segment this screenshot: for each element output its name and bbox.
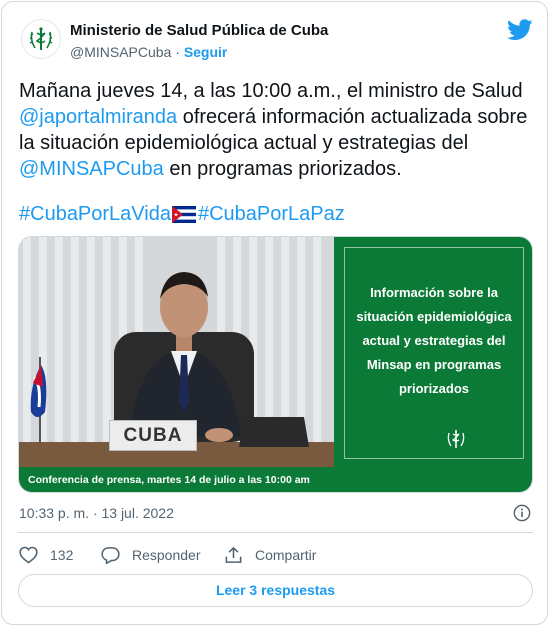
tweet-line-4: @MINSAPCuba en programas priorizados. (19, 156, 534, 182)
speech-bubble-icon (101, 547, 120, 564)
mention-link[interactable]: @japortalmiranda (19, 106, 177, 128)
tweet-line-4-text: en programas priorizados. (163, 158, 402, 180)
author-handle[interactable]: @MINSAPCuba (70, 44, 171, 60)
author-name[interactable]: Ministerio de Salud Pública de Cuba (70, 22, 328, 39)
tweet-line-2: @japortalmiranda ofrecerá información ac… (19, 104, 534, 130)
mention-link[interactable]: @MINSAPCuba (19, 158, 164, 180)
author-handle-row: @MINSAPCuba · Seguir (70, 44, 227, 60)
nameplate: CUBA (109, 420, 197, 451)
info-panel: Información sobre la situación epidemiol… (334, 237, 532, 492)
read-replies-button[interactable]: Leer 3 respuestas (18, 574, 533, 607)
twitter-bird-icon[interactable] (507, 19, 533, 41)
tweet-line-1: Mañana jueves 14, a las 10:00 a.m., el m… (19, 80, 523, 102)
tweet-line-3: la situación epidemiológica actual y est… (19, 132, 469, 154)
share-icon (225, 546, 242, 563)
tweet-timestamp[interactable]: 10:33 p. m. · 13 jul. 2022 (19, 505, 174, 521)
handle-separator: · (175, 44, 180, 60)
follow-button[interactable]: Seguir (184, 44, 228, 60)
press-conference-banner: Conferencia de prensa, martes 14 de juli… (19, 467, 334, 492)
reply-label: Responder (132, 547, 201, 563)
hashtag-link[interactable]: #CubaPorLaVida (19, 203, 171, 225)
share-button[interactable]: Compartir (224, 544, 316, 566)
divider (18, 532, 533, 533)
minsap-logo-icon (29, 27, 53, 50)
panel-text: Información sobre la situación epidemiol… (356, 285, 512, 396)
hashtags-row: #CubaPorLaVida #CubaPorLaPaz (19, 201, 345, 227)
minsap-seal-icon (447, 430, 465, 448)
tweet-card: Ministerio de Salud Pública de Cuba @MIN… (1, 1, 548, 625)
avatar[interactable] (21, 19, 61, 59)
cuba-flag-icon (171, 206, 196, 223)
like-button[interactable]: 132 (19, 544, 73, 566)
minister-photo: CUBA (19, 237, 334, 467)
heart-icon (19, 546, 38, 564)
reply-button[interactable]: Responder (101, 544, 201, 566)
info-icon[interactable] (513, 504, 531, 522)
like-count: 132 (50, 547, 74, 563)
tweet-line-2-text: ofrecerá información actualizada sobre (177, 106, 528, 128)
tweet-text: Mañana jueves 14, a las 10:00 a.m., el m… (19, 78, 534, 182)
hashtag-link[interactable]: #CubaPorLaPaz (198, 203, 345, 225)
tweet-media-image[interactable]: CUBA Información sobre la situación epid… (18, 236, 533, 493)
share-label: Compartir (255, 547, 317, 563)
